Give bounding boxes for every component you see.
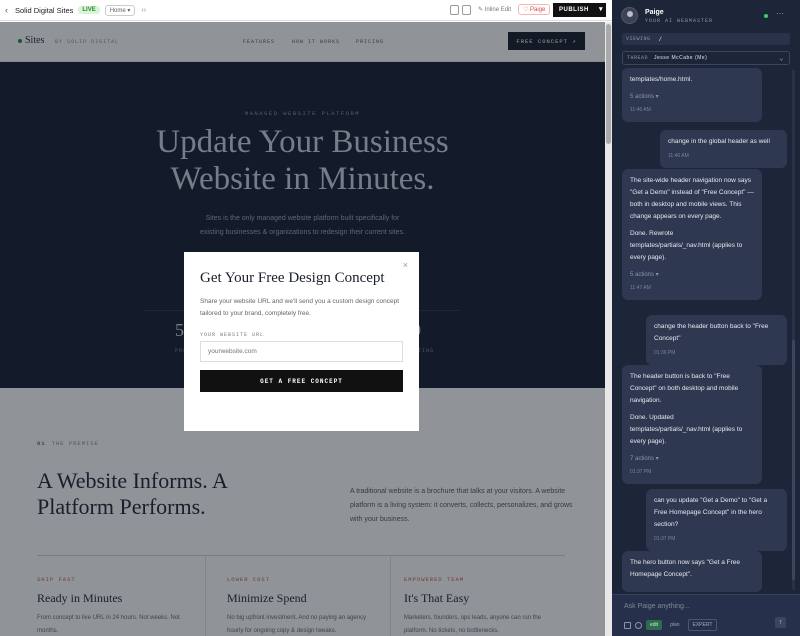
- message-text: The header button is back to "Free Conce…: [630, 373, 739, 404]
- close-icon[interactable]: ×: [403, 260, 408, 270]
- avatar: [621, 7, 638, 24]
- scrollbar-thumb[interactable]: [606, 24, 611, 144]
- viewing-value: /: [658, 35, 663, 43]
- message-time: 01:37 PM: [630, 469, 652, 475]
- user-message: change in the global header as well 11:4…: [660, 130, 787, 168]
- website-url-input[interactable]: [200, 341, 403, 362]
- assistant-subtitle: YOUR AI WEBMASTER: [645, 18, 714, 24]
- actions-toggle[interactable]: 5 actions ▾: [630, 269, 754, 281]
- live-badge: LIVE: [78, 6, 100, 14]
- attach-icon[interactable]: [624, 621, 631, 629]
- camera-icon[interactable]: [635, 621, 642, 629]
- user-message: can you update "Get a Demo" to "Get a Fr…: [646, 489, 787, 551]
- mode-edit-toggle[interactable]: edit: [646, 620, 663, 630]
- modal-description: Share your website URL and we'll send yo…: [200, 298, 399, 317]
- publish-label: PUBLISH: [559, 7, 589, 13]
- assistant-message: The header button is back to "Free Conce…: [622, 365, 762, 484]
- back-icon[interactable]: ‹: [5, 5, 8, 15]
- send-icon[interactable]: ↑: [775, 617, 786, 628]
- composer-tools: edit plan EXPERT: [624, 619, 718, 631]
- message-text: change in the global header as well: [668, 138, 770, 145]
- editor-toolbar: ‹ Solid Digital Sites LIVE Home ▾ ‹› ✎ I…: [0, 0, 612, 21]
- assistant-message: The hero button now says "Get a Free Hom…: [622, 551, 762, 592]
- inline-edit-button[interactable]: ✎ Inline Edit: [478, 6, 511, 13]
- message-text: change the header button back to "Free C…: [654, 323, 769, 342]
- message-time: 11:47 AM: [630, 285, 651, 291]
- message-text: can you update "Get a Demo" to "Get a Fr…: [654, 497, 768, 528]
- message-time: 11:46 AM: [630, 107, 651, 113]
- thread-select[interactable]: THREAD Jesse McCabe (Me) ⌄: [622, 51, 790, 65]
- expert-toggle[interactable]: EXPERT: [687, 619, 718, 631]
- scrollbar-thumb[interactable]: [792, 340, 795, 580]
- message-text: The hero button now says "Get a Free Hom…: [630, 559, 740, 578]
- thread-label: THREAD: [627, 55, 649, 61]
- chat-panel: Paige YOUR AI WEBMASTER ··· VIEWING / THR…: [612, 0, 800, 636]
- user-message: change the header button back to "Free C…: [646, 315, 787, 365]
- desktop-icon[interactable]: [450, 5, 459, 15]
- thread-value: Jesse McCabe (Me): [654, 55, 708, 61]
- message-time: 11:46 AM: [668, 153, 689, 159]
- chat-scrollbar[interactable]: [792, 70, 795, 590]
- message-text: Done. Updated templates/partials/_nav.ht…: [630, 414, 743, 445]
- publish-button[interactable]: PUBLISH ▾: [553, 3, 606, 17]
- chat-header: Paige YOUR AI WEBMASTER ···: [612, 0, 800, 30]
- actions-toggle[interactable]: 7 actions ▾: [630, 453, 754, 465]
- code-icon[interactable]: ‹›: [141, 7, 146, 14]
- chevron-down-icon[interactable]: ▾: [599, 5, 603, 13]
- chat-input[interactable]: Ask Paige anything...: [624, 603, 690, 610]
- chevron-down-icon: ⌄: [779, 55, 784, 63]
- mobile-icon[interactable]: [462, 5, 471, 15]
- message-text: The site-wide header navigation now says…: [630, 177, 754, 220]
- preview-scrollbar[interactable]: [605, 22, 612, 636]
- modal-title: Get Your Free Design Concept: [200, 270, 385, 286]
- site-preview: Sites BY SOLID DIGITAL FEATURES HOW IT W…: [0, 22, 605, 636]
- viewing-label: VIEWING: [626, 36, 651, 42]
- concept-modal: × Get Your Free Design Concept Share you…: [184, 252, 419, 431]
- assistant-message: templates/home.html. 5 actions ▾ 11:46 A…: [622, 68, 762, 122]
- message-text: templates/home.html.: [630, 76, 693, 83]
- message-text: Done. Rewrote templates/partials/_nav.ht…: [630, 230, 743, 261]
- message-time: 01:36 PM: [654, 350, 676, 356]
- actions-toggle[interactable]: 5 actions ▾: [630, 91, 754, 103]
- message-time: 01:37 PM: [654, 536, 676, 542]
- site-title: Solid Digital Sites: [15, 5, 74, 15]
- get-free-concept-button[interactable]: GET A FREE CONCEPT: [200, 370, 403, 392]
- paige-button[interactable]: ♡ Paige: [518, 4, 551, 15]
- viewing-path: VIEWING /: [622, 33, 790, 45]
- page-select[interactable]: Home ▾: [104, 4, 136, 16]
- online-status-dot: [764, 14, 768, 18]
- assistant-name: Paige: [645, 9, 664, 16]
- more-icon[interactable]: ···: [776, 9, 784, 18]
- app-root: ‹ Solid Digital Sites LIVE Home ▾ ‹› ✎ I…: [0, 0, 800, 636]
- mode-plan-toggle[interactable]: plan: [666, 620, 683, 630]
- chat-composer: Ask Paige anything... edit plan EXPERT ↑: [612, 594, 800, 636]
- device-toggle: [450, 5, 471, 15]
- assistant-message: The site-wide header navigation now says…: [622, 169, 762, 300]
- url-label: YOUR WEBSITE URL: [200, 332, 265, 338]
